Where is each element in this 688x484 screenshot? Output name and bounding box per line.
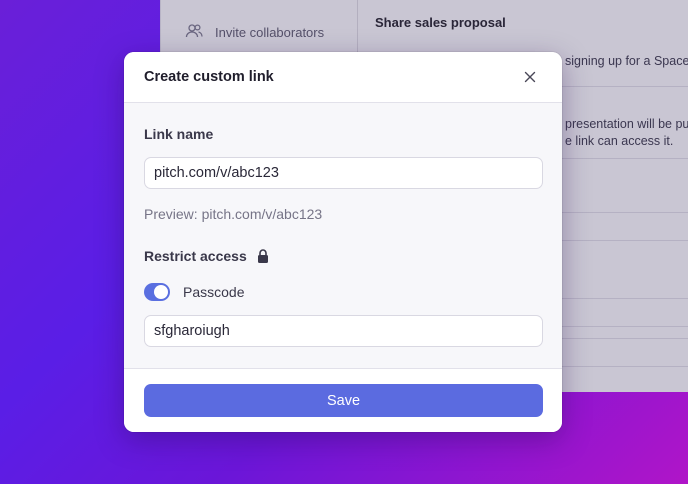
restrict-access-row: Restrict access [144, 248, 269, 264]
passcode-label: Passcode [183, 284, 245, 300]
dialog-header: Create custom link [124, 52, 562, 103]
passcode-toggle[interactable] [144, 283, 170, 301]
link-preview-text: Preview: pitch.com/v/abc123 [144, 206, 323, 222]
passcode-row: Passcode [144, 283, 244, 301]
close-button[interactable] [518, 65, 542, 89]
dialog-footer: Save [124, 368, 562, 432]
background-title: Share sales proposal [375, 15, 506, 30]
link-name-label: Link name [144, 126, 214, 142]
passcode-input[interactable] [144, 315, 543, 347]
link-name-input[interactable] [144, 157, 543, 189]
invite-collaborators-item[interactable]: Invite collaborators [185, 22, 324, 43]
invite-collaborators-label: Invite collaborators [215, 25, 325, 40]
create-custom-link-dialog: Create custom link Link name Preview: pi… [124, 52, 562, 432]
background-text-fragment: presentation will be pu [565, 117, 688, 131]
background-text-fragment: signing up for a Spacew [565, 54, 688, 68]
restrict-access-label: Restrict access [144, 248, 247, 264]
background-text-fragment: e link can access it. [565, 134, 674, 148]
save-button[interactable]: Save [144, 384, 543, 417]
people-icon [185, 22, 203, 43]
lock-icon [257, 249, 269, 263]
toggle-knob [154, 285, 168, 299]
dialog-title: Create custom link [144, 69, 274, 85]
close-icon [524, 71, 536, 83]
